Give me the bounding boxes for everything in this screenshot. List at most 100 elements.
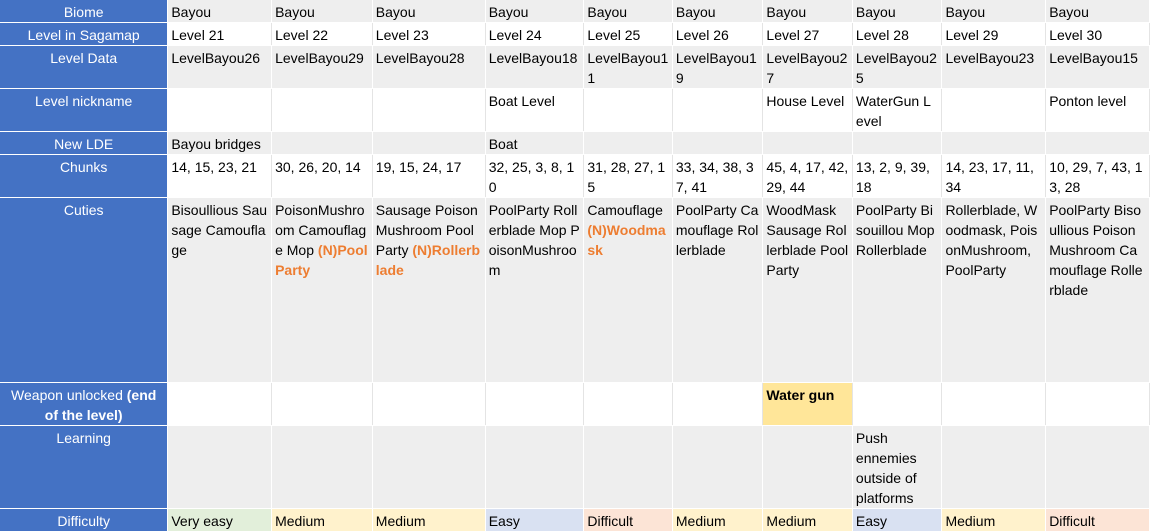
- header-learning[interactable]: Learning: [0, 425, 169, 509]
- cell-cuties[interactable]: PoolParty Bisouillou Mop Rollerblade: [852, 197, 943, 383]
- cell-nickname[interactable]: [583, 88, 673, 132]
- cell-nickname[interactable]: House Level: [762, 88, 853, 132]
- cell-weapon[interactable]: [583, 382, 673, 426]
- cell-difficulty[interactable]: Difficult: [583, 508, 673, 532]
- cell-new-lde[interactable]: [1045, 131, 1150, 155]
- cell-chunks[interactable]: 14, 15, 23, 21: [167, 154, 273, 198]
- cell-difficulty[interactable]: Difficult: [1045, 508, 1150, 532]
- cell-nickname[interactable]: [372, 88, 486, 132]
- cell-chunks[interactable]: 30, 26, 20, 14: [271, 154, 373, 198]
- cell-biome[interactable]: Bayou: [583, 0, 673, 23]
- cell-cuties[interactable]: PoolParty Bisoullious PoisonMushroom Cam…: [1045, 197, 1150, 383]
- cell-cuties[interactable]: PoolParty Rollerblade Mop PoisonMushroom: [485, 197, 585, 383]
- cell-level-data[interactable]: LevelBayou11: [583, 45, 673, 89]
- cell-level[interactable]: Level 27: [762, 22, 853, 46]
- cell-cuties[interactable]: Bisoullious Sausage Camouflage: [167, 197, 273, 383]
- cell-chunks[interactable]: 31, 28, 27, 15: [583, 154, 673, 198]
- cell-level[interactable]: Level 29: [941, 22, 1047, 46]
- cell-level-data[interactable]: LevelBayou29: [271, 45, 373, 89]
- cell-weapon[interactable]: [271, 382, 373, 426]
- cell-cuties[interactable]: PoolParty Camouflage Rollerblade: [672, 197, 764, 383]
- cell-level[interactable]: Level 28: [852, 22, 943, 46]
- cell-cuties[interactable]: WoodMask Sausage Rollerblade PoolParty: [762, 197, 853, 383]
- cell-learning[interactable]: [941, 425, 1047, 509]
- cell-learning[interactable]: [1045, 425, 1150, 509]
- cell-nickname[interactable]: Ponton level: [1045, 88, 1150, 132]
- cell-new-lde[interactable]: [852, 131, 943, 155]
- cell-level-data[interactable]: LevelBayou28: [372, 45, 486, 89]
- cell-weapon[interactable]: [167, 382, 273, 426]
- cell-learning[interactable]: [762, 425, 853, 509]
- cell-biome[interactable]: Bayou: [672, 0, 764, 23]
- cell-nickname[interactable]: WaterGun Level: [852, 88, 943, 132]
- cell-biome[interactable]: Bayou: [485, 0, 585, 23]
- header-difficulty[interactable]: Difficulty: [0, 508, 169, 532]
- cell-difficulty[interactable]: Easy: [485, 508, 585, 532]
- cell-weapon[interactable]: [852, 382, 943, 426]
- cell-level-data[interactable]: LevelBayou26: [167, 45, 273, 89]
- cell-learning[interactable]: [372, 425, 486, 509]
- cell-biome[interactable]: Bayou: [271, 0, 373, 23]
- cell-weapon[interactable]: [1045, 382, 1150, 426]
- cell-weapon[interactable]: [372, 382, 486, 426]
- cell-level-data[interactable]: LevelBayou27: [762, 45, 853, 89]
- cell-level[interactable]: Level 21: [167, 22, 273, 46]
- cell-biome[interactable]: Bayou: [167, 0, 273, 23]
- cell-new-lde[interactable]: [672, 131, 764, 155]
- header-level-data[interactable]: Level Data: [0, 45, 169, 89]
- cell-new-lde[interactable]: Boat: [485, 131, 585, 155]
- cell-nickname[interactable]: Boat Level: [485, 88, 585, 132]
- cell-cuties[interactable]: Rollerblade, Woodmask, PoisonMushroom, P…: [941, 197, 1047, 383]
- cell-difficulty[interactable]: Medium: [941, 508, 1047, 532]
- cell-learning[interactable]: [672, 425, 764, 509]
- cell-weapon[interactable]: [485, 382, 585, 426]
- cell-difficulty[interactable]: Easy: [852, 508, 943, 532]
- cell-level[interactable]: Level 30: [1045, 22, 1150, 46]
- cell-nickname[interactable]: [167, 88, 273, 132]
- cell-nickname[interactable]: [672, 88, 764, 132]
- cell-cuties[interactable]: Sausage PoisonMushroom PoolParty (N)Roll…: [372, 197, 486, 383]
- cell-biome[interactable]: Bayou: [372, 0, 486, 23]
- cell-learning[interactable]: [485, 425, 585, 509]
- cell-new-lde[interactable]: [271, 131, 373, 155]
- cell-biome[interactable]: Bayou: [941, 0, 1047, 23]
- cell-chunks[interactable]: 14, 23, 17, 11, 34: [941, 154, 1047, 198]
- cell-level[interactable]: Level 26: [672, 22, 764, 46]
- cell-level[interactable]: Level 25: [583, 22, 673, 46]
- cell-level-data[interactable]: LevelBayou15: [1045, 45, 1150, 89]
- cell-nickname[interactable]: [271, 88, 373, 132]
- cell-chunks[interactable]: 10, 29, 7, 43, 13, 28: [1045, 154, 1150, 198]
- cell-learning[interactable]: [583, 425, 673, 509]
- cell-weapon[interactable]: [941, 382, 1047, 426]
- cell-chunks[interactable]: 33, 34, 38, 37, 41: [672, 154, 764, 198]
- cell-level[interactable]: Level 24: [485, 22, 585, 46]
- header-weapon[interactable]: Weapon unlocked (end of the level): [0, 382, 169, 426]
- cell-chunks[interactable]: 19, 15, 24, 17: [372, 154, 486, 198]
- cell-biome[interactable]: Bayou: [762, 0, 853, 23]
- cell-new-lde[interactable]: [583, 131, 673, 155]
- cell-level[interactable]: Level 23: [372, 22, 486, 46]
- cell-biome[interactable]: Bayou: [852, 0, 943, 23]
- cell-level-data[interactable]: LevelBayou23: [941, 45, 1047, 89]
- cell-new-lde[interactable]: Bayou bridges: [167, 131, 273, 155]
- cell-level-data[interactable]: LevelBayou18: [485, 45, 585, 89]
- header-biome[interactable]: Biome: [0, 0, 169, 23]
- header-level[interactable]: Level in Sagamap: [0, 22, 169, 46]
- cell-learning[interactable]: [167, 425, 273, 509]
- cell-weapon[interactable]: Water gun: [762, 382, 853, 426]
- cell-chunks[interactable]: 32, 25, 3, 8, 10: [485, 154, 585, 198]
- cell-difficulty[interactable]: Very easy: [167, 508, 273, 532]
- cell-difficulty[interactable]: Medium: [762, 508, 853, 532]
- cell-level-data[interactable]: LevelBayou25: [852, 45, 943, 89]
- cell-level[interactable]: Level 22: [271, 22, 373, 46]
- cell-new-lde[interactable]: [762, 131, 853, 155]
- cell-learning[interactable]: [271, 425, 373, 509]
- header-chunks[interactable]: Chunks: [0, 154, 169, 198]
- cell-difficulty[interactable]: Medium: [271, 508, 373, 532]
- header-nickname[interactable]: Level nickname: [0, 88, 169, 132]
- cell-new-lde[interactable]: [372, 131, 486, 155]
- cell-cuties[interactable]: PoisonMushroom Camouflage Mop (N)PoolPar…: [271, 197, 373, 383]
- cell-weapon[interactable]: [672, 382, 764, 426]
- cell-difficulty[interactable]: Medium: [372, 508, 486, 532]
- cell-new-lde[interactable]: [941, 131, 1047, 155]
